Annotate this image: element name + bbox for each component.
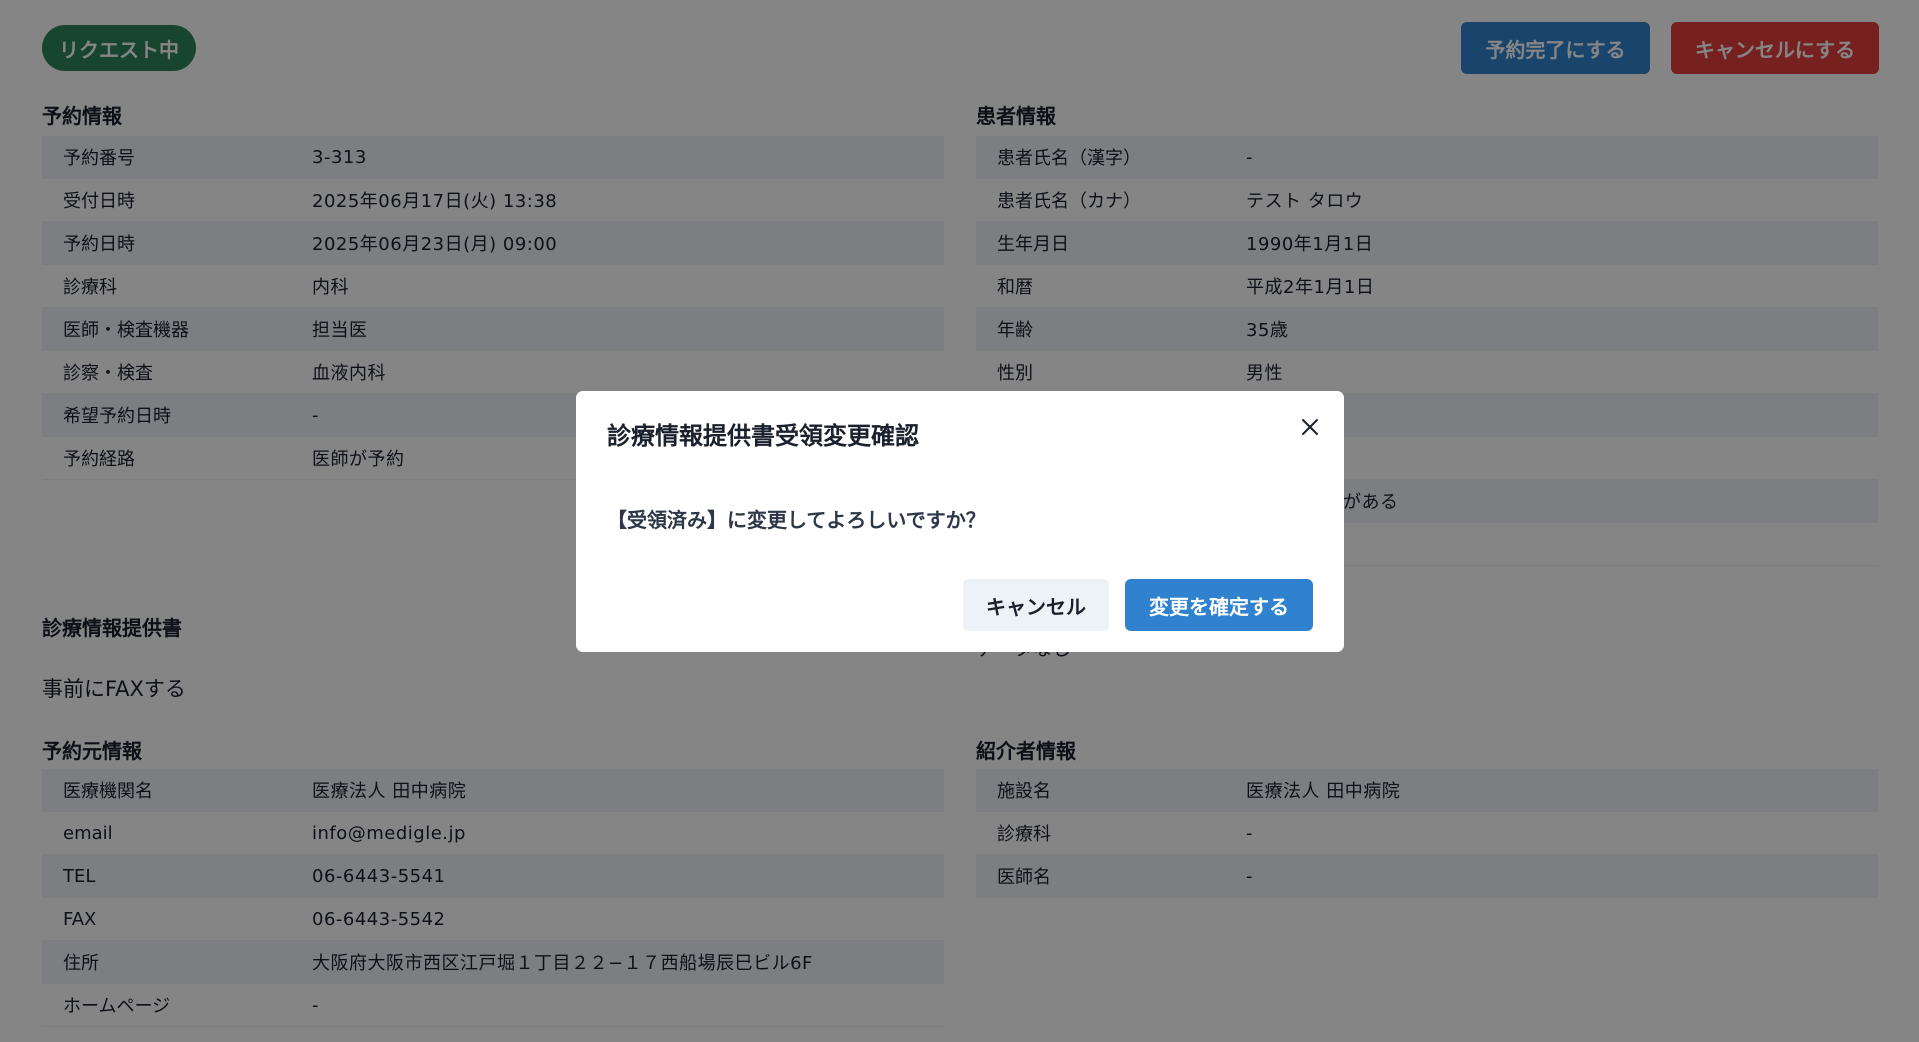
close-icon[interactable] bbox=[1294, 411, 1326, 443]
confirm-receipt-dialog: 診療情報提供書受領変更確認 【受領済み】に変更してよろしいですか？ キャンセル … bbox=[576, 391, 1344, 652]
dialog-title: 診療情報提供書受領変更確認 bbox=[607, 422, 919, 450]
dialog-cancel-button[interactable]: キャンセル bbox=[963, 579, 1109, 631]
dialog-message: 【受領済み】に変更してよろしいですか？ bbox=[607, 508, 986, 532]
dialog-confirm-button[interactable]: 変更を確定する bbox=[1125, 579, 1313, 631]
